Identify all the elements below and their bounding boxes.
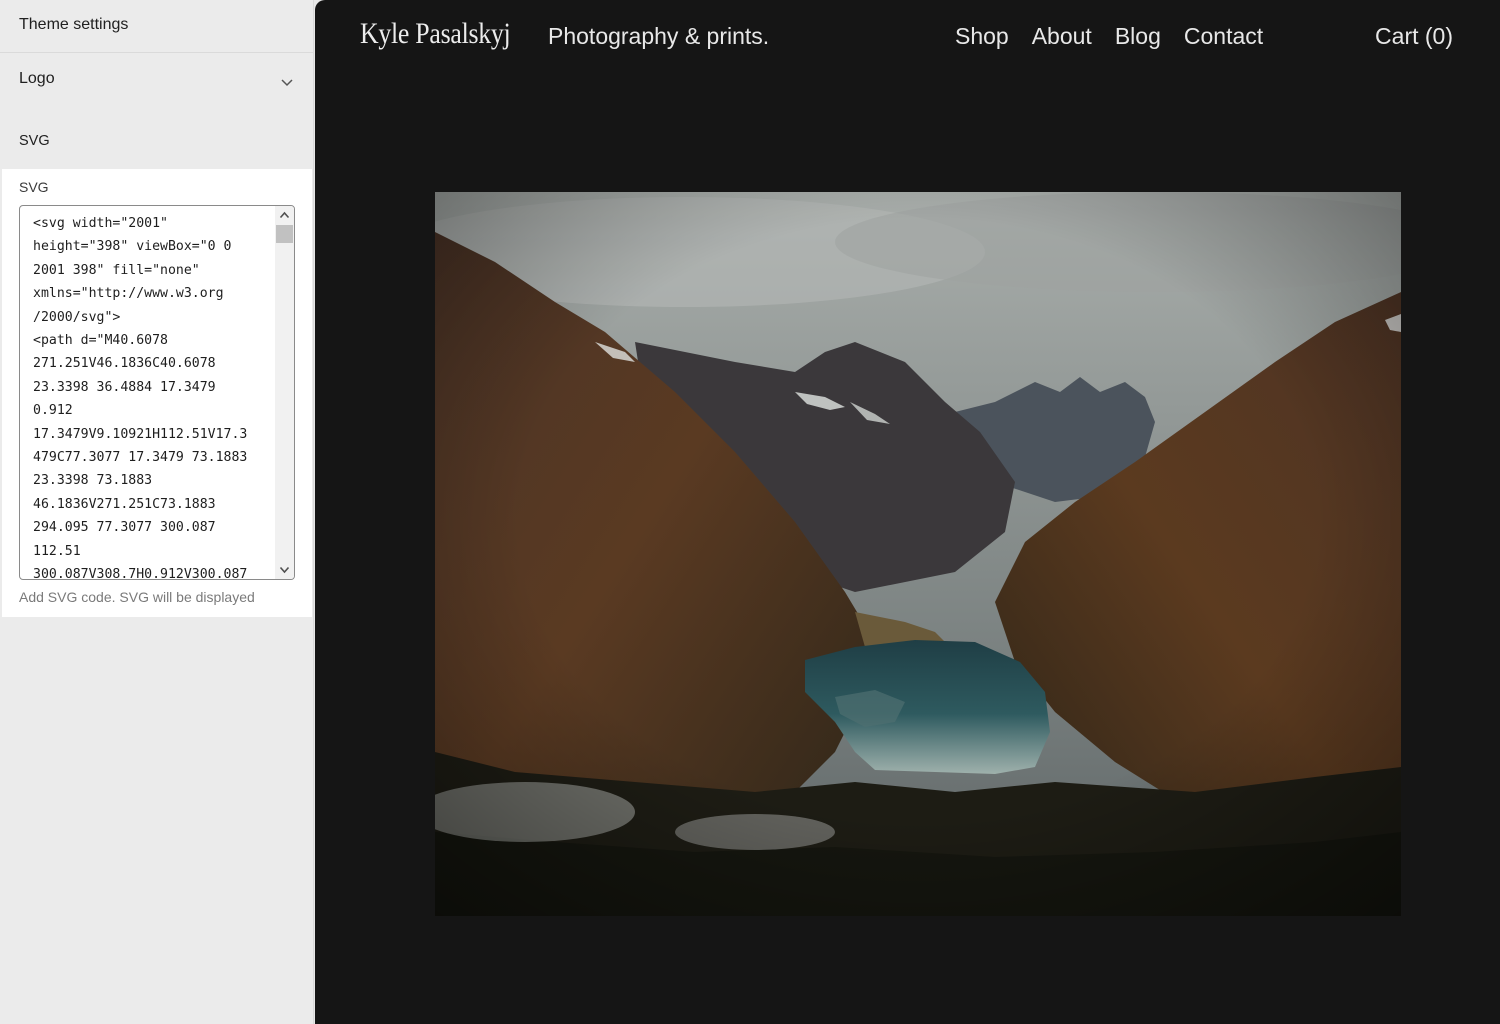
chevron-down-icon xyxy=(281,79,293,87)
theme-settings-sidebar: Theme settings Logo SVG SVG <svg width="… xyxy=(0,0,314,1024)
logo-section-toggle[interactable]: Logo xyxy=(0,53,313,109)
svg-code-value[interactable]: <svg width="2001" height="398" viewBox="… xyxy=(33,212,273,579)
nav-link-shop[interactable]: Shop xyxy=(955,23,1009,50)
site-tagline: Photography & prints. xyxy=(548,23,770,49)
svg-code-textarea[interactable]: <svg width="2001" height="398" viewBox="… xyxy=(19,205,295,580)
svg-field-label: SVG xyxy=(19,179,49,195)
scrollbar-thumb[interactable] xyxy=(276,225,293,243)
main-nav: Shop About Blog Contact xyxy=(955,23,1263,50)
nav-link-blog[interactable]: Blog xyxy=(1115,23,1161,50)
scroll-up-arrow-icon[interactable] xyxy=(279,211,290,219)
site-logo[interactable]: Kyle Pasalskyj xyxy=(360,17,511,51)
textarea-scrollbar[interactable] xyxy=(275,206,294,579)
hero-mountain-lake-photo xyxy=(435,192,1401,916)
nav-link-contact[interactable]: Contact xyxy=(1184,23,1263,50)
scroll-down-arrow-icon[interactable] xyxy=(279,566,290,574)
svg-setting-card: SVG <svg width="2001" height="398" viewB… xyxy=(2,169,312,617)
cart-link[interactable]: Cart (0) xyxy=(1375,23,1453,50)
sidebar-title: Theme settings xyxy=(0,0,313,53)
svg-help-text: Add SVG code. SVG will be displayed xyxy=(19,589,255,605)
svg-subsection-title: SVG xyxy=(19,133,50,149)
nav-link-about[interactable]: About xyxy=(1032,23,1092,50)
store-preview: Kyle Pasalskyj Photography & prints. Sho… xyxy=(315,0,1500,1024)
logo-section-title: Logo xyxy=(19,70,55,87)
